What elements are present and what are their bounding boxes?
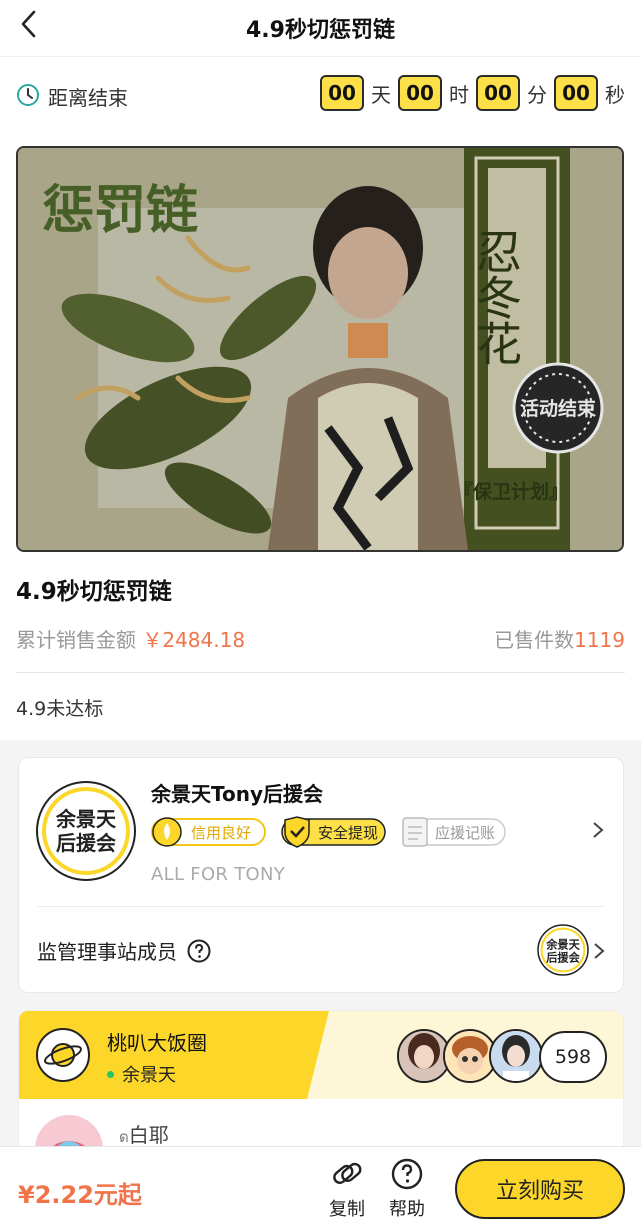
product-card: 惩罚链 忍冬花 活动结束 『保卫计划』 4.9秒切惩罚链 累计销售金额 ￥248… bbox=[0, 130, 641, 740]
buy-now-button[interactable]: 立刻购买 bbox=[455, 1159, 625, 1219]
minutes-value: 00 bbox=[476, 75, 520, 111]
link-icon bbox=[333, 1162, 362, 1184]
banner-illustration: 惩罚链 忍冬花 活动结束 『保卫计划』 bbox=[18, 148, 622, 550]
credit-badge: 信用良好 bbox=[151, 816, 267, 848]
question-circle-icon[interactable] bbox=[187, 939, 211, 963]
svg-text:后援会: 后援会 bbox=[546, 951, 580, 965]
fan-club-logo: 余景天 后援会 bbox=[36, 781, 136, 881]
sales-amount-label: 累计销售金额 bbox=[16, 628, 136, 652]
hours-value: 00 bbox=[398, 75, 442, 111]
circle-name: 桃叭大饭圈 bbox=[107, 1031, 207, 1055]
avatar bbox=[489, 1029, 543, 1083]
fan-circle-card[interactable]: 桃叭大饭圈 余景天 598 ด白耶 bbox=[18, 1010, 624, 1160]
svg-text:余景天: 余景天 bbox=[55, 807, 117, 831]
svg-text:安全提现: 安全提现 bbox=[318, 824, 378, 842]
fan-club-card[interactable]: 余景天 后援会 余景天Tony后援会 信用良好 安全提现 应援记账 ALL FO… bbox=[18, 757, 624, 993]
countdown-timer: 00 天 00 时 00 分 00 秒 bbox=[320, 75, 625, 111]
chevron-right-icon bbox=[594, 943, 605, 959]
divider bbox=[16, 672, 625, 673]
sold-count-label: 已售件数 bbox=[494, 628, 575, 652]
copy-label: 复制 bbox=[329, 1199, 365, 1220]
supervisor-row[interactable]: 监管理事站成员 bbox=[37, 936, 211, 965]
fan-club-slogan: ALL FOR TONY bbox=[151, 864, 286, 885]
member-count: 598 bbox=[539, 1031, 607, 1083]
badge-row: 信用良好 安全提现 应援记账 bbox=[151, 816, 507, 848]
circle-member-row: 余景天 bbox=[107, 1061, 176, 1087]
days-value: 00 bbox=[320, 75, 364, 111]
sales-amount-value: ￥2484.18 bbox=[142, 628, 246, 652]
svg-text:应援记账: 应援记账 bbox=[435, 824, 495, 842]
svg-text:信用良好: 信用良好 bbox=[191, 824, 251, 842]
days-unit: 天 bbox=[371, 82, 391, 107]
clock-icon bbox=[17, 84, 39, 106]
svg-text:余景天: 余景天 bbox=[545, 937, 580, 951]
divider bbox=[37, 906, 605, 907]
supervisor-avatar: 余景天 后援会 bbox=[537, 924, 589, 976]
post-username[interactable]: ด白耶 bbox=[119, 1119, 169, 1149]
online-dot bbox=[107, 1070, 114, 1078]
ledger-badge: 应援记账 bbox=[401, 816, 507, 848]
seconds-unit: 秒 bbox=[605, 82, 625, 107]
question-circle-icon bbox=[391, 1158, 423, 1190]
help-button[interactable]: 帮助 bbox=[383, 1157, 431, 1221]
circle-member-name: 余景天 bbox=[122, 1065, 176, 1086]
chevron-right-icon bbox=[593, 822, 604, 838]
svg-text:后援会: 后援会 bbox=[56, 831, 116, 855]
safe-withdraw-badge: 安全提现 bbox=[281, 816, 387, 848]
starting-price: ¥2.22元起 bbox=[18, 1181, 142, 1209]
top-nav-bar: 4.9秒切惩罚链 bbox=[0, 0, 641, 56]
countdown-bar: 距离结束 00 天 00 时 00 分 00 秒 bbox=[0, 56, 641, 130]
planet-icon bbox=[36, 1028, 90, 1082]
product-note: 4.9未达标 bbox=[16, 698, 104, 720]
minutes-unit: 分 bbox=[527, 82, 547, 107]
copy-button[interactable]: 复制 bbox=[323, 1157, 371, 1221]
page-title: 4.9秒切惩罚链 bbox=[246, 18, 395, 43]
sold-count-value: 1119 bbox=[574, 628, 625, 652]
hours-unit: 时 bbox=[449, 82, 469, 107]
bottom-action-bar: ¥2.22元起 复制 帮助 立刻购买 bbox=[0, 1146, 641, 1229]
help-label: 帮助 bbox=[389, 1199, 425, 1220]
product-banner-image[interactable]: 惩罚链 忍冬花 活动结束 『保卫计划』 bbox=[16, 146, 624, 552]
seconds-value: 00 bbox=[554, 75, 598, 111]
countdown-label: 距离结束 bbox=[48, 86, 128, 110]
fan-club-name: 余景天Tony后援会 bbox=[151, 782, 324, 806]
supervisor-label: 监管理事站成员 bbox=[37, 940, 177, 964]
product-title: 4.9秒切惩罚链 bbox=[16, 579, 172, 605]
